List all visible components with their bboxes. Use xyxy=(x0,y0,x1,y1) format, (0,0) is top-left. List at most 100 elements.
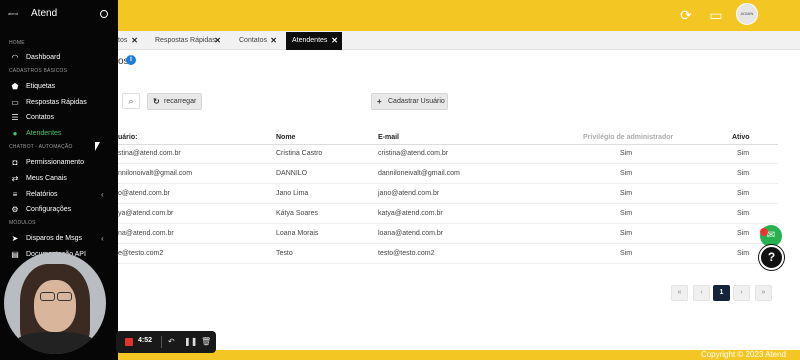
close-icon[interactable]: ✕ xyxy=(131,32,138,50)
cell-active: Sim xyxy=(737,210,750,217)
column-header-active: Ativo xyxy=(732,134,750,141)
last-page-button[interactable]: » xyxy=(755,285,772,301)
trash-icon[interactable]: 🗑 xyxy=(201,336,211,348)
cell-admin: Sim xyxy=(620,210,633,217)
chat-bubbles-icon: ▭ xyxy=(11,98,19,107)
cell-email: katya@atend.com.br xyxy=(378,210,443,217)
sidebar-item-etiquetas[interactable]: ⬟ Etiquetas xyxy=(0,80,118,94)
sidebar-item-dashboard[interactable]: ◠ Dashboard xyxy=(0,51,118,65)
help-button[interactable]: ? xyxy=(759,245,784,270)
recorder-bar: 4:52 ↶ ❚❚ 🗑 xyxy=(116,331,216,353)
tab-respostas-rapidas[interactable]: Respostas Rápidas ✕ xyxy=(149,32,225,50)
cell-admin: Sim xyxy=(620,150,633,157)
cell-active: Sim xyxy=(737,250,750,257)
table-row[interactable]: e@testo.com2 Testo testo@testo.com2 Sim … xyxy=(118,244,778,264)
tag-icon: ⬟ xyxy=(11,82,19,91)
user-icon: ● xyxy=(12,129,18,138)
cell-admin: Sim xyxy=(620,170,633,177)
cell-name: Testo xyxy=(276,250,293,257)
mouse-cursor xyxy=(95,142,100,151)
pause-icon[interactable]: ❚❚ xyxy=(184,336,197,348)
table-row[interactable]: o@atend.com.br Jano Lima jano@atend.com.… xyxy=(118,184,778,204)
table-row[interactable]: stina@atend.com.br Cristina Castro crist… xyxy=(118,144,778,164)
refresh-icon[interactable]: ⟳ xyxy=(676,6,696,24)
table-row[interactable]: na@atend.com.br Loana Morais loana@atend… xyxy=(118,224,778,244)
cell-name: DANNILO xyxy=(276,170,308,177)
chevron-left-icon: ‹ xyxy=(101,190,104,199)
column-header-name: Nome xyxy=(276,134,296,141)
cell-email: danniloneivalt@gmail.com xyxy=(378,170,460,177)
send-icon: ➤ xyxy=(11,234,19,243)
section-modules: MÓDULOS xyxy=(9,220,36,226)
prev-page-button[interactable]: ‹ xyxy=(693,285,710,301)
notification-badge xyxy=(760,228,768,236)
reload-button[interactable]: ↻ recarregar xyxy=(147,93,202,110)
cell-user: nnilonoivalt@gmail.com xyxy=(118,170,193,177)
tab-label: Atendentes xyxy=(292,37,328,44)
contacts-icon: ☰ xyxy=(11,113,19,122)
stop-record-icon[interactable] xyxy=(125,338,133,346)
sidebar-item-configuracoes[interactable]: ⚙ Configurações xyxy=(0,203,118,217)
cell-name: Loana Morais xyxy=(276,230,319,237)
sync-icon: ⇄ xyxy=(11,174,19,183)
sidebar-item-relatorios[interactable]: ≡ Relatórios ‹ xyxy=(0,188,118,202)
cell-name: Kátya Soares xyxy=(276,210,319,217)
undo-icon[interactable]: ↶ xyxy=(168,336,175,348)
sidebar-item-meus-canais[interactable]: ⇄ Meus Canais xyxy=(0,172,118,186)
user-avatar[interactable]: ADMIN xyxy=(736,3,758,25)
search-icon[interactable]: ⌕ xyxy=(122,93,140,109)
sidebar-item-atendentes[interactable]: ● Atendentes xyxy=(0,127,118,141)
sidebar-item-contatos[interactable]: ☰ Contatos xyxy=(0,111,118,125)
logo-text: Atend xyxy=(31,8,58,19)
cell-active: Sim xyxy=(737,150,750,157)
close-icon[interactable]: ✕ xyxy=(214,32,221,50)
close-icon[interactable]: ✕ xyxy=(331,32,338,50)
sidebar-item-disparos[interactable]: ➤ Disparos de Msgs ‹ xyxy=(0,232,118,246)
cell-user: ya@atend.com.br xyxy=(118,210,174,217)
cell-email: testo@testo.com2 xyxy=(378,250,435,257)
document-icon: ▤ xyxy=(11,250,19,259)
table-row[interactable]: nnilonoivalt@gmail.com DANNILO dannilone… xyxy=(118,164,778,184)
tab-atendentes[interactable]: Atendentes ✕ xyxy=(286,32,342,50)
sidebar-toggle-icon[interactable] xyxy=(100,10,108,18)
logo-mark: atend xyxy=(8,11,19,16)
speedometer-icon: ◠ xyxy=(11,53,19,62)
cell-email: cristina@atend.com.br xyxy=(378,150,449,157)
add-user-button[interactable]: + Cadastrar Usuário xyxy=(371,93,448,110)
cell-active: Sim xyxy=(737,170,750,177)
webcam-overlay xyxy=(4,252,106,354)
cell-email: jano@atend.com.br xyxy=(378,190,440,197)
cell-name: Jano Lima xyxy=(276,190,309,197)
cell-admin: Sim xyxy=(620,230,633,237)
copyright-text: Copyright © 2023 Atend xyxy=(700,350,786,359)
sidebar-item-permissionamento[interactable]: ◘ Permissionamento xyxy=(0,156,118,170)
cell-user: na@atend.com.br xyxy=(118,230,174,237)
table-row[interactable]: ya@atend.com.br Kátya Soares katya@atend… xyxy=(118,204,778,224)
section-home: HOME xyxy=(9,40,25,46)
tab-contatos[interactable]: Contatos ✕ xyxy=(233,32,281,50)
column-header-user: uário: xyxy=(118,134,138,141)
top-bar: ⟳ ▭ ADMIN xyxy=(0,0,800,31)
cell-active: Sim xyxy=(737,230,750,237)
reload-icon: ↻ xyxy=(153,97,160,106)
tab-label: Contatos xyxy=(239,37,268,44)
cell-admin: Sim xyxy=(620,250,633,257)
message-icon[interactable]: ▭ xyxy=(706,6,726,24)
tab-label: Respostas Rápidas xyxy=(155,37,216,44)
cell-admin: Sim xyxy=(620,190,633,197)
main-content: os i ⌕ ↻ recarregar + Cadastrar Usuário … xyxy=(118,50,800,350)
chat-icon: ◘ xyxy=(12,158,18,167)
sliders-icon: ≡ xyxy=(12,190,18,199)
question-icon: ? xyxy=(767,250,776,264)
sidebar-item-respostas-rapidas[interactable]: ▭ Respostas Rápidas xyxy=(0,96,118,110)
tab-bar: tos ✕ Respostas Rápidas ✕ Contatos ✕ Ate… xyxy=(118,31,800,50)
cell-email: loana@atend.com.br xyxy=(378,230,444,237)
close-icon[interactable]: ✕ xyxy=(270,32,277,50)
first-page-button[interactable]: « xyxy=(671,285,688,301)
next-page-button[interactable]: › xyxy=(733,285,750,301)
page-1-button[interactable]: 1 xyxy=(713,285,730,301)
chat-icon: ✉ xyxy=(766,230,776,241)
info-icon[interactable]: i xyxy=(126,55,136,65)
section-basic: CADASTROS BÁSICOS xyxy=(9,68,68,74)
cell-active: Sim xyxy=(737,190,750,197)
